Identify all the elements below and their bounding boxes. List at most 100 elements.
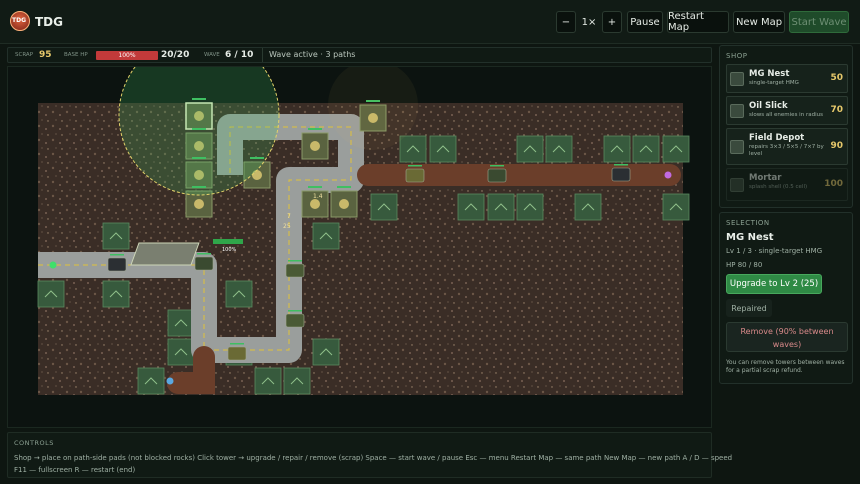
selected-tower-hp: HP 80 / 80 xyxy=(726,261,763,269)
shop-item-field-depot[interactable]: Field Depot repairs 3×3 / 5×5 / 7×7 by l… xyxy=(726,128,848,165)
build-pad[interactable] xyxy=(137,367,165,395)
build-pad[interactable] xyxy=(487,193,515,221)
base-hp-bar: 100% xyxy=(96,51,158,60)
tower-turret-icon xyxy=(339,199,349,209)
pause-button[interactable]: Pause xyxy=(627,11,663,33)
tower-turret-icon xyxy=(194,199,204,209)
build-pad[interactable] xyxy=(516,193,544,221)
logo-text: TDG xyxy=(12,17,26,24)
shop-item-desc: splash shell (0.5 cell) xyxy=(749,184,808,190)
scrap-label: SCRAP xyxy=(15,52,34,58)
speed-value: 1× xyxy=(581,16,597,28)
enemy-vehicle xyxy=(611,167,631,182)
wave-status: Wave active · 3 paths xyxy=(262,48,361,62)
wave-value: 6 / 10 xyxy=(225,50,254,60)
build-pad[interactable] xyxy=(574,193,602,221)
shop-item-price: 50 xyxy=(830,72,843,83)
enemy-hp-bar xyxy=(110,254,124,256)
shop-item-oil-slick[interactable]: Oil Slick slows all enemies in radius 70 xyxy=(726,96,848,125)
base-hp-percent: 100% xyxy=(118,52,136,59)
build-pad[interactable] xyxy=(312,338,340,366)
shop-item-mg-nest[interactable]: MG Nest single-target HMG 50 xyxy=(726,64,848,93)
enemy-vehicle xyxy=(107,257,127,272)
build-pad[interactable] xyxy=(167,338,195,366)
build-pad[interactable] xyxy=(312,222,340,250)
shop-item-price: 70 xyxy=(830,104,843,115)
build-pad[interactable] xyxy=(545,135,573,163)
spawn-point-green xyxy=(49,261,57,269)
build-pad[interactable] xyxy=(603,135,631,163)
enemy-vehicle xyxy=(285,313,305,328)
start-wave-button[interactable]: Start Wave xyxy=(789,11,849,33)
field-depot-icon xyxy=(730,139,744,154)
wave-label: WAVE xyxy=(204,52,220,58)
speed-decrease-button[interactable]: − xyxy=(556,11,576,33)
shop-item-name: Field Depot xyxy=(749,133,805,143)
build-pad[interactable] xyxy=(632,135,660,163)
app-title: TDG xyxy=(35,15,63,29)
battle-map[interactable]: 100% 1.4 7 25 xyxy=(8,67,713,429)
tower-turret-icon xyxy=(310,141,320,151)
tower-hp-bar xyxy=(337,186,351,188)
build-pad[interactable] xyxy=(399,135,427,163)
mortar-icon xyxy=(730,177,744,192)
remove-tower-button[interactable]: Remove (90% between waves) xyxy=(726,322,848,352)
controls-help: CONTROLS Shop → place on path-side pads … xyxy=(7,432,732,478)
enemy-vehicle xyxy=(487,168,507,183)
build-pad[interactable] xyxy=(167,309,195,337)
build-pad[interactable] xyxy=(225,280,253,308)
base-hp-label: 100% xyxy=(222,247,237,253)
shop-panel: SHOP MG Nest single-target HMG 50 Oil Sl… xyxy=(719,45,853,208)
selected-tower-name: MG Nest xyxy=(726,232,774,243)
selected-tower-level: Lv 1 / 3 · single-target HMG xyxy=(726,247,823,255)
game-field[interactable]: 100% 1.4 7 25 xyxy=(7,66,712,428)
speed-increase-button[interactable]: + xyxy=(602,11,622,33)
restart-map-button[interactable]: Restart Map xyxy=(667,11,729,33)
shop-item-desc: single-target HMG xyxy=(749,80,799,86)
enemy-hp-bar xyxy=(408,165,422,167)
enemy-vehicle xyxy=(227,346,247,361)
enemy-vehicle xyxy=(405,168,425,183)
build-pad[interactable] xyxy=(662,193,690,221)
enemy-hp-bar xyxy=(197,253,211,255)
build-pad[interactable] xyxy=(516,135,544,163)
game-window: TDG TDG − 1× + Pause Restart Map New Map… xyxy=(0,0,860,484)
build-pad[interactable] xyxy=(102,222,130,250)
tower-hp-bar xyxy=(308,128,322,130)
shop-item-mortar[interactable]: Mortar splash shell (0.5 cell) 100 xyxy=(726,168,848,201)
shop-title: SHOP xyxy=(726,52,748,60)
spawn-point-purple xyxy=(664,171,672,179)
scrap-value: 95 xyxy=(39,50,52,60)
new-map-button[interactable]: New Map xyxy=(733,11,785,33)
repaired-button[interactable]: Repaired xyxy=(726,299,772,317)
shop-item-price: 90 xyxy=(830,140,843,151)
top-bar: TDG TDG − 1× + Pause Restart Map New Map… xyxy=(0,0,860,44)
base-building xyxy=(130,242,200,266)
controls-title: CONTROLS xyxy=(14,439,54,447)
base-hp-indicator xyxy=(213,239,243,244)
build-pad[interactable] xyxy=(102,280,130,308)
build-pad[interactable] xyxy=(429,135,457,163)
enemy-hp-bar xyxy=(288,260,302,262)
build-pad[interactable] xyxy=(662,135,690,163)
build-pad[interactable] xyxy=(457,193,485,221)
oil-slick-icon xyxy=(730,103,744,118)
build-pad[interactable] xyxy=(254,367,282,395)
shop-item-desc: slows all enemies in radius xyxy=(749,112,823,118)
hud-bar: SCRAP 95 BASE HP 100% 20/20 WAVE 6 / 10 … xyxy=(7,47,712,63)
tower-hp-bar xyxy=(308,186,322,188)
build-pad[interactable] xyxy=(370,193,398,221)
remove-note: You can remove towers between waves for … xyxy=(726,359,845,374)
enemy-vehicle xyxy=(285,263,305,278)
shop-item-name: Mortar xyxy=(749,173,782,183)
controls-line-2: F11 — fullscreen R — restart (end) xyxy=(14,466,136,474)
build-pad[interactable] xyxy=(37,280,65,308)
base-hp-value: 20/20 xyxy=(161,50,190,60)
upgrade-button[interactable]: Upgrade to Lv 2 (25) xyxy=(726,274,822,294)
shop-item-name: MG Nest xyxy=(749,69,790,79)
selection-title: SELECTION xyxy=(726,219,770,227)
enemy-hp-bar xyxy=(230,343,244,345)
tower-turret-icon xyxy=(310,199,320,209)
shop-item-name: Oil Slick xyxy=(749,101,788,111)
build-pad[interactable] xyxy=(283,367,311,395)
